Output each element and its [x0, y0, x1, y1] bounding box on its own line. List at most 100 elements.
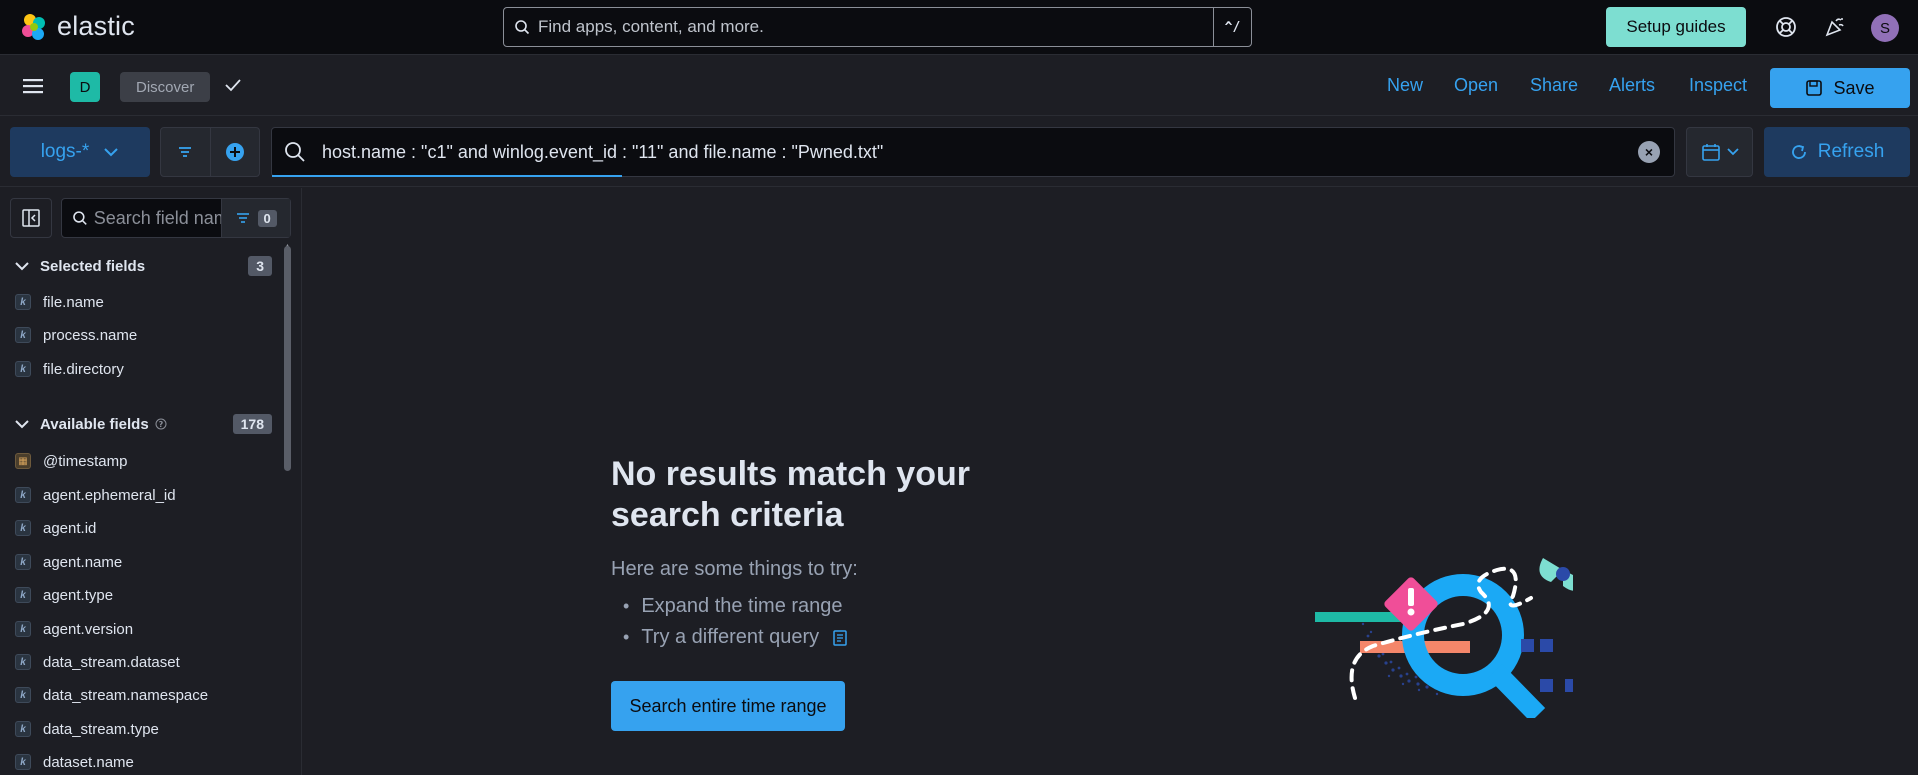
field-item[interactable]: ▦ @timestamp — [15, 450, 127, 472]
available-fields-title: Available fields — [40, 415, 149, 433]
save-label: Save — [1833, 77, 1875, 98]
brand-name: elastic — [57, 11, 135, 41]
refresh-label: Refresh — [1817, 141, 1885, 162]
new-link[interactable]: New — [1387, 75, 1423, 96]
global-search-input[interactable]: Find apps, content, and more. ^/ — [503, 7, 1252, 47]
search-icon — [73, 211, 87, 225]
query-text: host.name : "c1" and winlog.event_id : "… — [322, 141, 884, 162]
selected-fields-count: 3 — [248, 256, 272, 276]
field-name: file.name — [43, 293, 104, 311]
elastic-logo-icon — [22, 13, 45, 40]
keyword-type-icon: k — [15, 554, 31, 570]
suggestion-text: Expand the time range — [641, 595, 843, 617]
field-item[interactable]: k agent.type — [15, 584, 113, 606]
field-type-filter-button[interactable]: 0 — [221, 199, 290, 237]
share-link[interactable]: Share — [1530, 75, 1578, 96]
chevron-down-icon — [15, 420, 29, 429]
keyword-type-icon: k — [15, 754, 31, 770]
setup-guides-button[interactable]: Setup guides — [1606, 7, 1746, 47]
data-view-picker[interactable]: logs-* — [10, 127, 150, 177]
news-feed-icon[interactable] — [1822, 14, 1848, 40]
field-item[interactable]: k data_stream.type — [15, 718, 159, 740]
keyword-type-icon: k — [15, 721, 31, 737]
filter-count-badge: 0 — [257, 209, 277, 227]
field-name: process.name — [43, 326, 138, 344]
field-item[interactable]: k agent.name — [15, 551, 122, 573]
sidebar-collapse-icon — [22, 209, 40, 227]
field-name: @timestamp — [43, 452, 128, 470]
check-icon — [224, 76, 242, 99]
search-icon — [514, 19, 536, 35]
empty-state-subtitle: Here are some things to try: — [611, 558, 858, 580]
clear-query-icon[interactable]: × — [1638, 141, 1660, 163]
keyword-type-icon: k — [15, 361, 31, 377]
field-name: agent.id — [43, 519, 97, 537]
filter-menu-button[interactable] — [161, 128, 211, 176]
help-icon[interactable] — [1773, 14, 1799, 40]
save-icon — [1806, 80, 1823, 96]
refresh-icon — [1791, 145, 1806, 159]
selected-fields-header[interactable]: Selected fields 3 — [14, 254, 272, 278]
chevron-down-icon — [104, 148, 118, 157]
keyword-type-icon: k — [15, 654, 31, 670]
keyword-type-icon: k — [15, 487, 31, 503]
field-name: agent.ephemeral_id — [43, 486, 176, 504]
inspect-link[interactable]: Inspect — [1689, 75, 1747, 96]
chevron-down-icon — [15, 262, 29, 271]
plus-circle-icon — [225, 143, 244, 161]
open-link[interactable]: Open — [1454, 75, 1498, 96]
chevron-down-icon — [1726, 148, 1739, 156]
field-item[interactable]: k data_stream.dataset — [15, 651, 180, 673]
documentation-icon[interactable] — [831, 629, 849, 647]
refresh-button[interactable]: Refresh — [1764, 127, 1910, 177]
field-item[interactable]: k file.name — [15, 291, 104, 313]
add-filter-button[interactable] — [211, 128, 260, 176]
user-avatar[interactable]: S — [1871, 14, 1899, 42]
app-header: D Discover New Open Share Alerts Inspect… — [0, 56, 1918, 116]
alerts-link[interactable]: Alerts — [1609, 75, 1655, 96]
info-icon[interactable]: ? — [155, 418, 167, 430]
space-avatar[interactable]: D — [70, 72, 100, 102]
keyword-type-icon: k — [15, 294, 31, 310]
query-focus-underline — [272, 175, 622, 177]
search-shortcut: ^/ — [1213, 8, 1251, 46]
field-name: agent.version — [43, 620, 134, 638]
field-item[interactable]: k file.directory — [15, 358, 124, 380]
field-item[interactable]: k data_stream.namespace — [15, 684, 208, 706]
collapse-sidebar-button[interactable] — [10, 198, 52, 238]
no-results-illustration — [1315, 558, 1573, 718]
filter-icon — [236, 213, 249, 223]
menu-icon[interactable] — [22, 76, 46, 96]
global-header: elastic Find apps, content, and more. ^/… — [0, 0, 1918, 55]
discover-main-panel: No results match your search criteria He… — [303, 188, 1918, 775]
keyword-type-icon: k — [15, 621, 31, 637]
field-item[interactable]: k agent.ephemeral_id — [15, 484, 176, 506]
field-name: data_stream.namespace — [43, 686, 209, 704]
suggestion-list: Expand the time range Try a different qu… — [623, 591, 849, 653]
svg-text:?: ? — [158, 420, 163, 429]
field-search-placeholder: Search field names — [93, 207, 222, 228]
search-entire-time-range-button[interactable]: Search entire time range — [611, 681, 845, 731]
available-fields-header[interactable]: Available fields ? 178 — [14, 412, 272, 436]
keyword-type-icon: k — [15, 520, 31, 536]
field-name: agent.type — [43, 586, 114, 604]
search-icon — [284, 141, 310, 163]
field-item[interactable]: k dataset.name — [15, 751, 134, 773]
save-button[interactable]: Save — [1770, 68, 1910, 108]
field-name: data_stream.type — [43, 720, 159, 738]
field-name: dataset.name — [43, 753, 134, 771]
date-picker-button[interactable] — [1686, 127, 1753, 177]
filter-button-group — [160, 127, 260, 177]
query-bar: logs-* host.name : "c1" and winlog.event… — [0, 117, 1918, 187]
available-fields-count: 178 — [232, 414, 272, 434]
field-search-input[interactable]: Search field names 0 — [61, 198, 291, 238]
suggestion-text: Try a different query — [641, 626, 820, 648]
selected-fields-title: Selected fields — [40, 257, 146, 275]
field-item[interactable]: k process.name — [15, 324, 137, 346]
field-item[interactable]: k agent.id — [15, 517, 96, 539]
kql-query-input[interactable]: host.name : "c1" and winlog.event_id : "… — [271, 127, 1675, 177]
elastic-logo[interactable]: elastic — [19, 11, 135, 42]
sidebar-scrollbar[interactable] — [284, 246, 291, 471]
field-name: data_stream.dataset — [43, 653, 180, 671]
field-item[interactable]: k agent.version — [15, 618, 133, 640]
